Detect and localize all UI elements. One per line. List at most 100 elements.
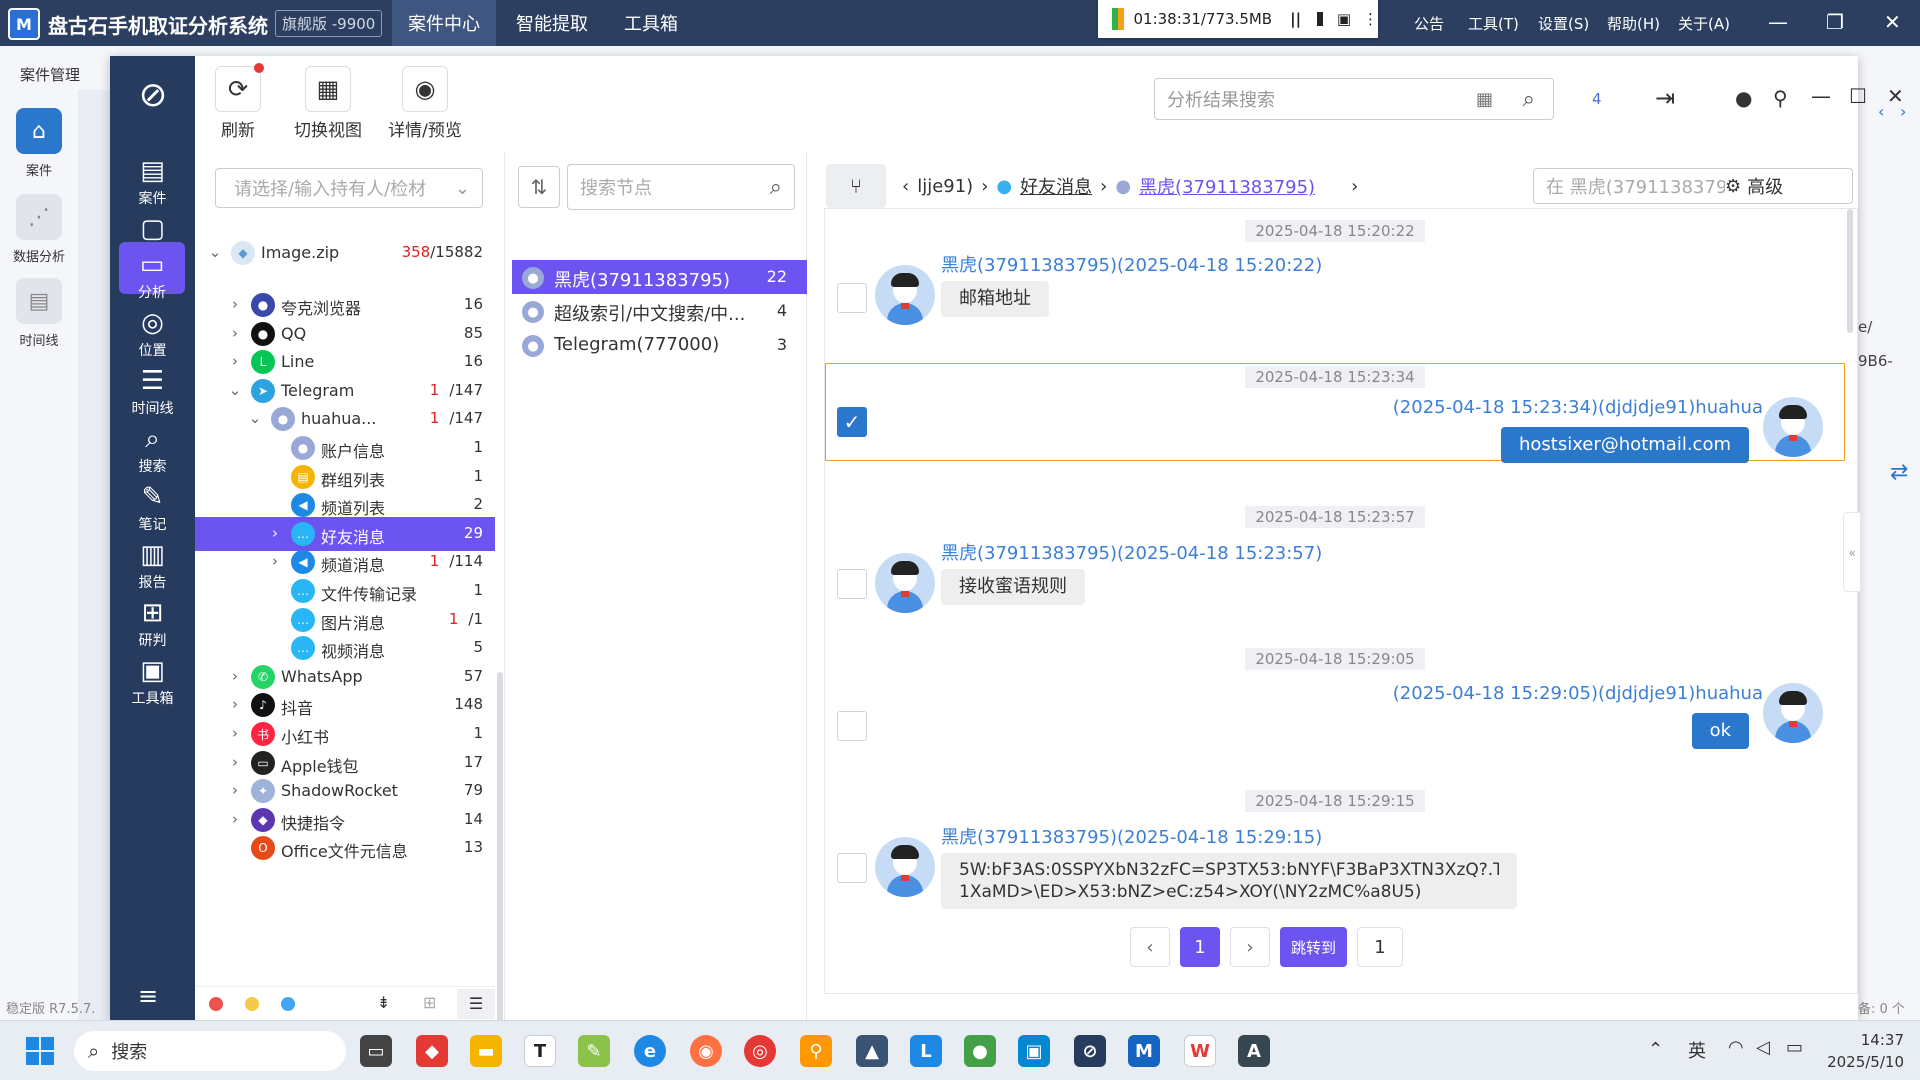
- window-minimize-icon[interactable]: —: [1811, 84, 1831, 108]
- message-bubble[interactable]: 5W:bF3AS:0SSPYXbN32zFC=SP3TX53:bNYF\F3Ba…: [941, 853, 1517, 909]
- chrome-icon[interactable]: ◎: [744, 1035, 776, 1067]
- message-checkbox[interactable]: [837, 853, 867, 883]
- result-search-input[interactable]: 分析结果搜索 ▦ ⌕: [1154, 78, 1554, 120]
- menu-smart-extract[interactable]: 智能提取: [500, 0, 604, 46]
- hamburger-menu-icon[interactable]: ≡: [138, 982, 158, 1010]
- message-sender[interactable]: 黑虎(37911383795)(2025-04-18 15:20:22): [941, 251, 1322, 277]
- jump-to-button[interactable]: 跳转到: [1280, 927, 1348, 967]
- volume-icon[interactable]: ◁: [1756, 1037, 1770, 1058]
- nav-item-report[interactable]: ▥ 报告: [110, 540, 195, 592]
- node-item[interactable]: ● Telegram(777000) 3: [512, 328, 807, 362]
- minimize-icon[interactable]: —: [1768, 10, 1788, 34]
- menu-help[interactable]: 帮助(H): [1607, 13, 1660, 34]
- search-icon[interactable]: ⌕: [1523, 87, 1535, 112]
- message-bubble[interactable]: 邮箱地址: [941, 281, 1049, 317]
- chat-scrollbar[interactable]: [1847, 209, 1853, 333]
- app-l-icon[interactable]: L: [910, 1035, 942, 1067]
- chevron-right-icon[interactable]: ›: [227, 810, 243, 828]
- message-sender[interactable]: 黑虎(37911383795)(2025-04-18 15:23:57): [941, 539, 1322, 565]
- app-window-icon[interactable]: ▣: [1018, 1035, 1050, 1067]
- red-dot-icon[interactable]: [209, 997, 223, 1011]
- sort-icon[interactable]: ⇅: [518, 166, 560, 208]
- user-icon[interactable]: ●: [1735, 86, 1752, 110]
- nav-item-judgement[interactable]: ⊞ 研判: [110, 598, 195, 650]
- branch-icon[interactable]: ⑂: [826, 164, 886, 208]
- sync-icon[interactable]: ⇄: [1890, 460, 1908, 485]
- owner-select[interactable]: 请选择/输入持有人/检材 ⌄: [215, 168, 483, 208]
- close-icon[interactable]: ✕: [1884, 10, 1901, 34]
- message-sender[interactable]: (2025-04-18 15:23:34)(djdjdje91)huahua: [1393, 397, 1763, 418]
- grid-view-icon[interactable]: ⊞: [423, 993, 436, 1012]
- menu-announcement[interactable]: 公告: [1414, 13, 1444, 34]
- chevron-up-icon[interactable]: ⌃: [1648, 1039, 1663, 1060]
- message-sender[interactable]: 黑虎(37911383795)(2025-04-18 15:29:15): [941, 823, 1322, 849]
- next-page-button[interactable]: ›: [1230, 927, 1270, 967]
- rail-item-data-analysis[interactable]: ⋰ 数据分析: [0, 194, 78, 265]
- list-view-icon[interactable]: ☰: [457, 989, 495, 1019]
- message-bubble[interactable]: ok: [1691, 713, 1749, 749]
- message-bubble[interactable]: 接收蜜语规则: [941, 569, 1085, 605]
- rail-item-case[interactable]: ⌂ 案件: [0, 108, 78, 179]
- taskview-icon[interactable]: ▭: [360, 1035, 392, 1067]
- chevron-right-icon[interactable]: ›: [267, 524, 283, 542]
- chevron-left-icon[interactable]: ‹: [1878, 102, 1884, 121]
- advanced-search-button[interactable]: ⚙ 高级: [1725, 170, 1849, 202]
- pin-icon[interactable]: ⚲: [1773, 86, 1788, 110]
- app-paint-icon[interactable]: ✎: [578, 1035, 610, 1067]
- menu-toolbox[interactable]: 工具箱: [608, 0, 694, 46]
- nav-item-case[interactable]: ▤ 案件: [110, 156, 195, 208]
- screenshot-icon[interactable]: ▣: [1337, 10, 1351, 28]
- chevron-down-icon[interactable]: ⌄: [207, 243, 223, 261]
- chevron-down-icon[interactable]: ⌄: [247, 409, 263, 427]
- restore-icon[interactable]: ❐: [1826, 10, 1844, 34]
- prev-page-button[interactable]: ‹: [1130, 927, 1170, 967]
- nav-item-analysis[interactable]: ▭ 分析: [119, 242, 185, 301]
- collapse-panel-icon[interactable]: «: [1843, 512, 1861, 592]
- detail-preview-button[interactable]: ◉ 详情/预览: [380, 66, 470, 141]
- nav-item-timeline[interactable]: ☰ 时间线: [110, 366, 195, 418]
- search-app-icon[interactable]: ⚲: [800, 1035, 832, 1067]
- message-sender[interactable]: (2025-04-18 15:29:05)(djdjdje91)huahua: [1393, 683, 1763, 704]
- refresh-button[interactable]: ⟳ 刷新: [210, 63, 266, 141]
- window-maximize-icon[interactable]: ☐: [1849, 84, 1867, 108]
- message-checkbox[interactable]: [837, 711, 867, 741]
- typora-icon[interactable]: T: [524, 1035, 556, 1067]
- nav-item-location[interactable]: ◎ 位置: [110, 308, 195, 360]
- collapse-icon[interactable]: ⇟: [377, 993, 390, 1012]
- app-cat-icon[interactable]: ▲: [856, 1035, 888, 1067]
- clock-time[interactable]: 14:37: [1826, 1031, 1904, 1049]
- jump-page-input[interactable]: 1: [1357, 927, 1404, 967]
- app-red-diamond-icon[interactable]: ◆: [416, 1035, 448, 1067]
- pangu-m-icon[interactable]: M: [1128, 1035, 1160, 1067]
- chevron-right-icon[interactable]: ›: [227, 724, 243, 742]
- tree-item[interactable]: O Office文件元信息 13: [195, 831, 495, 865]
- more-icon[interactable]: ⋮: [1363, 10, 1378, 28]
- nav-item-notes[interactable]: ✎ 笔记: [110, 482, 195, 534]
- chevron-left-icon[interactable]: ‹: [902, 176, 909, 197]
- windows-start-icon[interactable]: [26, 1037, 54, 1065]
- blue-dot-icon[interactable]: [281, 997, 295, 1011]
- wifi-icon[interactable]: ◠: [1728, 1037, 1744, 1058]
- nav-item-search[interactable]: ⌕ 搜索: [110, 424, 195, 476]
- chevron-right-icon[interactable]: ›: [227, 295, 243, 313]
- file-explorer-icon[interactable]: ▬: [470, 1035, 502, 1067]
- breadcrumb-item[interactable]: 黑虎(37911383795): [1139, 173, 1315, 199]
- message-checkbox-checked[interactable]: ✓: [837, 407, 867, 437]
- page-button-current[interactable]: 1: [1180, 927, 1220, 967]
- menu-about[interactable]: 关于(A): [1678, 13, 1730, 34]
- message-bubble[interactable]: hostsixer@hotmail.com: [1500, 427, 1749, 463]
- chevron-right-icon[interactable]: ›: [227, 667, 243, 685]
- clock-date[interactable]: 2025/5/10: [1826, 1053, 1904, 1071]
- node-item[interactable]: ● 黑虎(37911383795) 22: [512, 260, 807, 294]
- taskbar-search[interactable]: ⌕ 搜索: [74, 1031, 346, 1071]
- pangu-app-icon[interactable]: ⊘: [1074, 1035, 1106, 1067]
- chevron-right-icon[interactable]: ›: [227, 324, 243, 342]
- tree-root[interactable]: ⌄ ◆ Image.zip 358/15882: [195, 236, 495, 270]
- yellow-dot-icon[interactable]: [245, 997, 259, 1011]
- chevron-down-icon[interactable]: ⌄: [227, 381, 243, 399]
- breadcrumb-item[interactable]: 好友消息: [1020, 173, 1092, 199]
- search-icon[interactable]: ⌕: [770, 175, 782, 200]
- calendar-icon[interactable]: ▦: [1476, 89, 1493, 110]
- switch-view-button[interactable]: ▦ 切换视图: [273, 66, 383, 141]
- chevron-right-icon[interactable]: ›: [227, 753, 243, 771]
